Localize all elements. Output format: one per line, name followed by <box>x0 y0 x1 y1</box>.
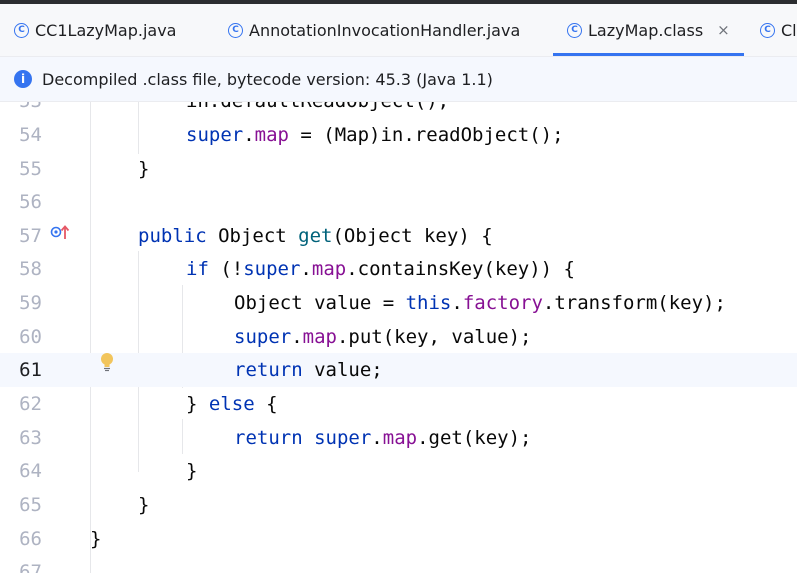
line-number: 67 <box>19 561 42 573</box>
code-line-59: 59 Object value = this.factory.transform… <box>0 286 797 320</box>
code-line-61-current: 61 return value; <box>0 353 797 387</box>
line-number: 57 <box>19 225 42 247</box>
tab-label: Cl <box>781 20 797 40</box>
code-line-54: 54 super.map = (Map)in.readObject(); <box>0 118 797 152</box>
decompiled-info-banner: i Decompiled .class file, bytecode versi… <box>0 57 797 102</box>
tab-partial[interactable]: C Cl <box>760 4 797 56</box>
code-line-63: 63 return super.map.get(key); <box>0 421 797 455</box>
editor-tab-bar: C CC1LazyMap.java C AnnotationInvocation… <box>0 4 797 57</box>
line-number: 61 <box>19 359 42 381</box>
line-number: 55 <box>19 158 42 180</box>
line-number: 59 <box>19 292 42 314</box>
line-number: 54 <box>19 124 42 146</box>
tab-label: LazyMap.class <box>588 20 704 40</box>
tab-annotation-invocation-handler[interactable]: C AnnotationInvocationHandler.java <box>228 4 520 56</box>
class-icon: C <box>228 22 243 38</box>
tab-lazymap-class[interactable]: C LazyMap.class × <box>553 4 744 56</box>
code-line-65: 65 } <box>0 488 797 522</box>
code-text: return super.map.get(key); <box>234 427 532 449</box>
code-line-60: 60 super.map.put(key, value); <box>0 320 797 354</box>
code-text: } <box>138 494 150 516</box>
line-number: 66 <box>19 528 42 550</box>
code-line-56: 56 <box>0 185 797 219</box>
code-line-67: 67 <box>0 555 797 573</box>
code-text: super.map.put(key, value); <box>234 326 532 348</box>
line-number: 62 <box>19 393 42 415</box>
code-text: if (!super.map.containsKey(key)) { <box>186 258 575 280</box>
code-editor[interactable]: 53 in.defaultReadObject(); 54 super.map … <box>0 102 797 573</box>
code-text: } <box>186 460 198 482</box>
line-number: 65 <box>19 494 42 516</box>
class-icon: C <box>14 22 29 38</box>
lightbulb-icon[interactable] <box>100 352 114 372</box>
code-line-62: 62 } else { <box>0 387 797 421</box>
class-icon: C <box>760 22 775 38</box>
code-line-55: 55 } <box>0 152 797 186</box>
close-icon[interactable]: × <box>717 21 730 39</box>
tab-label: AnnotationInvocationHandler.java <box>249 20 521 40</box>
code-line-53: 53 in.defaultReadObject(); <box>0 102 797 118</box>
code-text: in.defaultReadObject(); <box>186 102 449 118</box>
code-text: } <box>138 158 150 180</box>
tab-cc1lazymap[interactable]: C CC1LazyMap.java <box>14 4 176 56</box>
code-line-57: 57 public Object get(Object key) { <box>0 219 797 253</box>
code-text: return value; <box>234 359 383 381</box>
code-line-66: 66 } <box>0 522 797 556</box>
code-text: Object value = this.factory.transform(ke… <box>234 292 726 314</box>
tab-label: CC1LazyMap.java <box>35 20 177 40</box>
line-number: 53 <box>0 102 42 118</box>
code-line-64: 64 } <box>0 454 797 488</box>
code-text: public Object get(Object key) { <box>138 225 493 247</box>
line-number: 56 <box>19 191 42 213</box>
line-number: 60 <box>19 326 42 348</box>
class-icon: C <box>567 22 582 38</box>
code-text: } else { <box>186 393 278 415</box>
code-text: } <box>90 528 102 550</box>
code-text: super.map = (Map)in.readObject(); <box>186 124 564 146</box>
info-icon: i <box>14 70 32 88</box>
line-number: 58 <box>19 258 42 280</box>
line-number: 64 <box>19 460 42 482</box>
banner-text: Decompiled .class file, bytecode version… <box>42 69 493 89</box>
implementation-marker-icon[interactable] <box>50 224 72 240</box>
code-line-58: 58 if (!super.map.containsKey(key)) { <box>0 252 797 286</box>
line-number: 63 <box>19 427 42 449</box>
